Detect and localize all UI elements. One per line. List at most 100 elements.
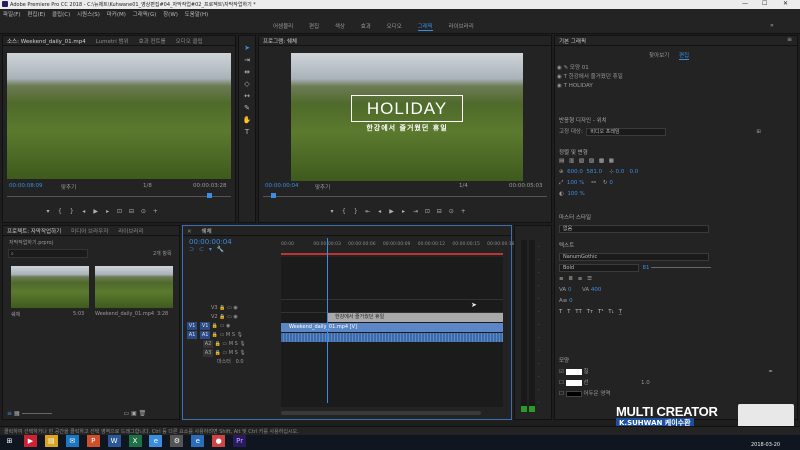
project-item[interactable]: Weekend_daily_01.mp4 3:28 <box>95 266 175 318</box>
eye-icon[interactable]: ◉ <box>557 74 562 80</box>
go-to-in-icon[interactable]: ⇤ <box>363 208 373 215</box>
new-item-icon[interactable]: ▣ <box>131 410 137 417</box>
sync-icon[interactable]: ▭ <box>220 332 225 338</box>
add-marker-icon[interactable]: ▾ <box>209 246 212 253</box>
word-icon[interactable]: W <box>107 435 121 447</box>
track-target-v1[interactable]: V1 <box>200 322 211 330</box>
sync-icon[interactable]: ▭ <box>227 305 232 311</box>
premiere-taskbar-icon[interactable]: Pr <box>233 435 247 447</box>
stroke-checkbox[interactable]: ☐ <box>559 380 564 386</box>
track-select-tool-icon[interactable]: ⇥ <box>239 54 255 66</box>
align-middle-icon[interactable]: ▩ <box>599 158 604 164</box>
mark-out-icon[interactable]: } <box>67 208 77 215</box>
align-center-icon[interactable]: ▥ <box>569 158 574 164</box>
mic-icon[interactable]: 🎙 <box>237 332 243 338</box>
sync-icon[interactable]: ▭ <box>220 323 225 329</box>
step-forward-icon[interactable]: ▸ <box>103 208 113 215</box>
layer-item[interactable]: ◉ T 한강에서 즐거웠던 휴일 <box>557 73 795 82</box>
program-resolution-select[interactable]: 1/4 <box>459 183 468 189</box>
timeline-ruler[interactable]: 00:00 00:00:00:03 00:00:00:06 00:00:00:0… <box>281 238 515 256</box>
razor-tool-icon[interactable]: ◇ <box>239 78 255 90</box>
fill-checkbox[interactable]: ☑ <box>559 369 564 375</box>
layer-item[interactable]: ◉ T HOLIDAY <box>557 82 795 91</box>
opacity-value[interactable]: 100 % <box>567 191 584 197</box>
panel-menu-icon[interactable]: ≡ <box>787 36 792 43</box>
tab-libraries[interactable]: 라이브러리 <box>114 226 147 235</box>
lock-icon[interactable]: 🔒 <box>215 350 221 356</box>
subscript-icon[interactable]: T₁ <box>608 309 614 315</box>
lock-icon[interactable]: 🔒 <box>212 332 218 338</box>
audio-clip[interactable] <box>281 333 503 342</box>
hand-tool-icon[interactable]: ✋ <box>239 114 255 126</box>
shadow-color-swatch[interactable] <box>565 390 582 397</box>
anchor-x-value[interactable]: 0.0 <box>615 169 624 175</box>
program-fit-select[interactable]: 맞추기 <box>315 183 330 191</box>
step-forward-icon[interactable]: ▸ <box>399 208 409 215</box>
mail-icon[interactable]: ✉ <box>65 435 79 447</box>
font-style-select[interactable]: Bold <box>559 264 639 272</box>
snap-icon[interactable]: ⊃ <box>189 246 194 253</box>
track-header-a2[interactable]: A2 🔒 ▭ M S 🎙 <box>187 340 279 349</box>
mark-out-icon[interactable]: } <box>351 208 361 215</box>
position-y-value[interactable]: 581.0 <box>586 169 602 175</box>
stroke-color-swatch[interactable] <box>565 379 582 386</box>
export-frame-icon[interactable]: ⊙ <box>446 208 456 215</box>
source-timecode-current[interactable]: 00:00:08:09 <box>9 183 43 189</box>
workspace-graphics[interactable]: 그래픽 <box>417 24 433 31</box>
align-left-icon[interactable]: ▤ <box>559 158 564 164</box>
eye-icon[interactable]: ◉ <box>233 305 237 311</box>
close-button[interactable]: ✕ <box>783 0 788 7</box>
file-explorer-icon[interactable]: ▤ <box>44 435 58 447</box>
menu-window[interactable]: 창(W) <box>163 12 178 18</box>
go-to-out-icon[interactable]: ⇥ <box>410 208 420 215</box>
superscript-icon[interactable]: T¹ <box>598 309 604 315</box>
source-scrub-bar[interactable] <box>7 193 231 198</box>
tab-lumetri-scopes[interactable]: Lumetri 범위 <box>92 36 133 45</box>
pen-tool-icon[interactable]: ✎ <box>239 102 255 114</box>
track-header-v2[interactable]: V2 🔒 ▭ ◉ <box>187 313 279 322</box>
icon-view-icon[interactable]: ▦ <box>14 410 20 417</box>
tab-edit[interactable]: 편집 <box>679 53 690 60</box>
mark-in-icon[interactable]: { <box>55 208 65 215</box>
align-bottom-icon[interactable]: ▦ <box>609 158 614 164</box>
track-header-master[interactable]: 마스터 0.0 <box>187 358 279 367</box>
extract-icon[interactable]: ⊟ <box>434 208 444 215</box>
workspace-libraries[interactable]: 라이브러리 <box>449 24 474 30</box>
lock-icon[interactable]: 🔒 <box>219 314 225 320</box>
eyedropper-icon[interactable]: ✒ <box>769 369 774 375</box>
workspace-audio[interactable]: 오디오 <box>387 24 402 30</box>
powerpoint-icon[interactable]: P <box>86 435 100 447</box>
font-family-select[interactable]: NanumGothic <box>559 253 709 261</box>
type-tool-icon[interactable]: T <box>239 126 255 138</box>
mark-in-icon[interactable]: { <box>339 208 349 215</box>
sync-icon[interactable]: ▭ <box>227 314 232 320</box>
add-marker-icon[interactable]: ▾ <box>327 208 337 215</box>
menu-clip[interactable]: 클립(C) <box>52 12 70 18</box>
menu-edit[interactable]: 편집(E) <box>27 12 45 18</box>
source-patch-a1[interactable]: A1 <box>187 331 197 339</box>
sync-icon[interactable]: ▭ <box>222 350 227 356</box>
mic-icon[interactable]: 🎙 <box>239 350 245 356</box>
align-top-icon[interactable]: ▨ <box>589 158 594 164</box>
insert-icon[interactable]: ⊡ <box>115 208 125 215</box>
link-icon[interactable]: ⚯ <box>591 180 596 186</box>
excel-icon[interactable]: X <box>128 435 142 447</box>
master-style-select[interactable]: 없음 <box>559 225 709 233</box>
add-button-icon[interactable]: + <box>458 208 468 215</box>
edge-icon[interactable]: e <box>149 435 163 447</box>
tab-source[interactable]: 소스: Weekend_daily_01.mp4 <box>3 36 90 45</box>
fill-color-swatch[interactable] <box>565 368 582 375</box>
align-right-icon[interactable]: ▧ <box>579 158 584 164</box>
eye-icon[interactable]: ◉ <box>557 83 562 89</box>
anchor-y-value[interactable]: 0.0 <box>629 169 638 175</box>
track-target-a1[interactable]: A1 <box>200 331 211 339</box>
workspace-menu-icon[interactable]: » <box>770 22 774 29</box>
timeline-scrollbar[interactable] <box>281 410 503 416</box>
new-bin-icon[interactable]: ▭ <box>123 410 129 417</box>
stroke-width-value[interactable]: 1.0 <box>641 380 650 386</box>
small-caps-icon[interactable]: Tᴛ <box>587 309 594 315</box>
list-view-icon[interactable]: ≡ <box>7 410 12 417</box>
master-volume[interactable]: 0.0 <box>236 359 244 365</box>
sequence-tab[interactable]: 쉐체 <box>198 226 216 235</box>
source-playhead[interactable] <box>207 193 212 198</box>
